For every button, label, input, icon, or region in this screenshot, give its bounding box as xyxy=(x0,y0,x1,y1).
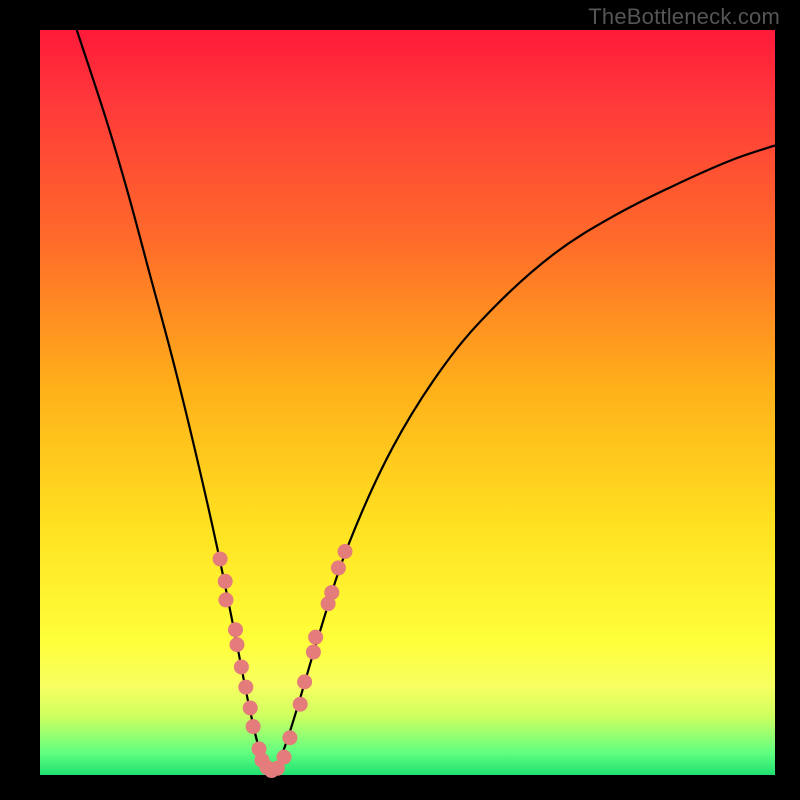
highlight-dot xyxy=(218,592,233,607)
highlight-dot xyxy=(246,719,261,734)
highlight-dot xyxy=(238,680,253,695)
highlight-dot xyxy=(297,674,312,689)
highlight-dot xyxy=(324,585,339,600)
chart-frame: TheBottleneck.com xyxy=(0,0,800,800)
highlight-dot xyxy=(218,574,233,589)
highlight-dot xyxy=(293,697,308,712)
highlight-dot xyxy=(243,700,258,715)
highlight-dot xyxy=(331,560,346,575)
highlight-dot xyxy=(282,730,297,745)
bottleneck-curve xyxy=(77,30,775,771)
highlight-dot xyxy=(229,637,244,652)
highlight-dot xyxy=(234,659,249,674)
highlight-dot xyxy=(306,645,321,660)
highlight-dot xyxy=(308,630,323,645)
highlight-dot xyxy=(213,551,228,566)
chart-overlay-svg xyxy=(0,0,800,800)
highlight-dot xyxy=(228,622,243,637)
highlight-dot xyxy=(277,750,292,765)
highlight-dot xyxy=(338,544,353,559)
